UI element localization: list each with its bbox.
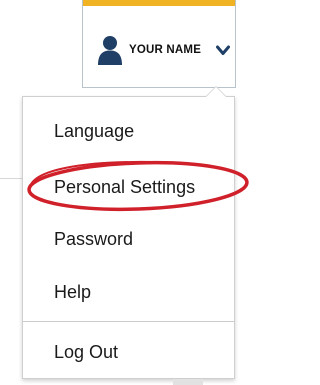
user-menu-button[interactable]: YOUR NAME bbox=[82, 0, 236, 88]
accent-bar bbox=[83, 0, 235, 6]
chevron-down-icon[interactable] bbox=[216, 45, 230, 56]
menu-item-password[interactable]: Password bbox=[54, 229, 133, 250]
menu-item-language[interactable]: Language bbox=[54, 121, 134, 142]
menu-item-help[interactable]: Help bbox=[54, 282, 91, 303]
menu-item-personal-settings[interactable]: Personal Settings bbox=[54, 177, 195, 198]
user-name-label: YOUR NAME bbox=[129, 44, 202, 56]
menu-divider bbox=[23, 321, 234, 322]
person-icon bbox=[98, 36, 122, 65]
partial-element bbox=[173, 379, 203, 385]
menu-item-log-out[interactable]: Log Out bbox=[54, 342, 118, 363]
user-dropdown-menu: Language Personal Settings Password Help… bbox=[22, 86, 235, 379]
